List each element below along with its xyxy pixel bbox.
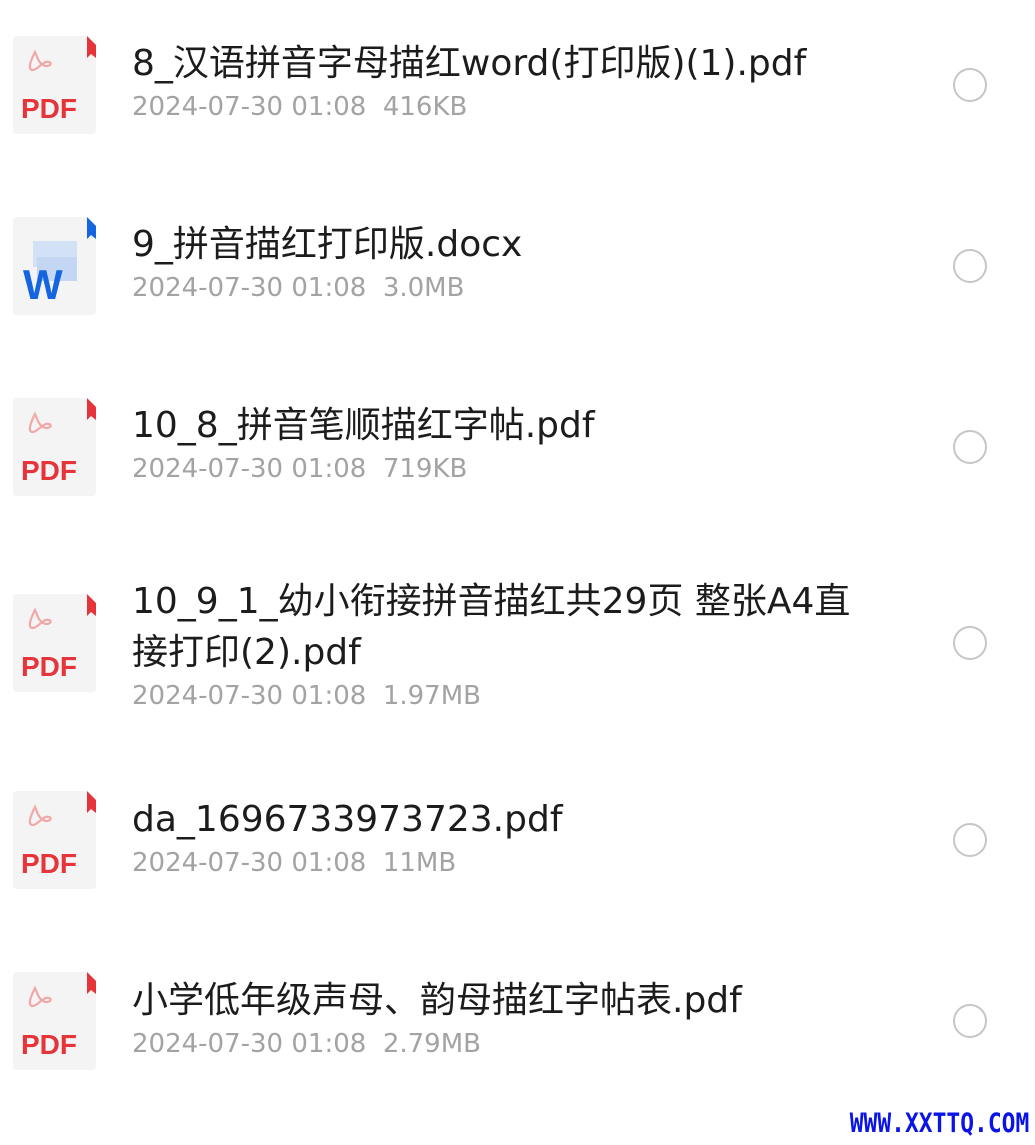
select-radio[interactable] <box>953 430 987 464</box>
pdf-file-icon: PDF <box>13 972 96 1070</box>
file-size: 2.79MB <box>382 1029 481 1059</box>
file-name: da_1696733973723.pdf <box>132 799 563 840</box>
file-size: 416KB <box>382 92 468 122</box>
file-name: 9_拼音描红打印版.docx <box>132 224 523 265</box>
pdf-file-icon: PDF <box>13 594 96 692</box>
file-name: 10_9_1_幼小衔接拼音描红共29页 整张A4直接打印(2).pdf <box>132 581 851 673</box>
file-size: 11MB <box>382 848 457 878</box>
file-meta: 2024-07-30 01:08 1.97MB <box>132 679 892 713</box>
select-radio[interactable] <box>953 249 987 283</box>
file-date: 2024-07-30 01:08 <box>132 848 367 878</box>
word-icon-label: W <box>23 261 63 308</box>
select-radio[interactable] <box>953 1004 987 1038</box>
file-meta: 2024-07-30 01:08 2.79MB <box>132 1027 892 1061</box>
file-meta: 2024-07-30 01:08 3.0MB <box>132 271 892 305</box>
file-meta: 2024-07-30 01:08 719KB <box>132 452 892 486</box>
select-radio[interactable] <box>953 823 987 857</box>
file-date: 2024-07-30 01:08 <box>132 92 367 122</box>
pdf-file-icon: PDF <box>13 36 96 134</box>
select-radio[interactable] <box>953 68 987 102</box>
pdf-icon-label: PDF <box>21 848 77 879</box>
watermark: WWW.XXTTQ.COM <box>849 1108 1029 1139</box>
pdf-file-icon: PDF <box>13 791 96 889</box>
pdf-icon-label: PDF <box>21 1029 77 1060</box>
pdf-file-icon: PDF <box>13 398 96 496</box>
file-name: 8_汉语拼音字母描红word(打印版)(1).pdf <box>132 43 807 84</box>
word-file-icon: W <box>13 217 96 315</box>
file-date: 2024-07-30 01:08 <box>132 273 367 303</box>
file-size: 719KB <box>382 454 468 484</box>
file-date: 2024-07-30 01:08 <box>132 681 367 711</box>
pdf-icon-label: PDF <box>21 651 77 682</box>
pdf-icon-label: PDF <box>21 93 77 124</box>
file-meta: 2024-07-30 01:08 416KB <box>132 90 892 124</box>
select-radio[interactable] <box>953 626 987 660</box>
file-meta: 2024-07-30 01:08 11MB <box>132 846 892 880</box>
file-list: PDF 8_汉语拼音字母描红word(打印版)(1).pdf 2024-07-3… <box>0 0 1035 1100</box>
file-size: 1.97MB <box>382 681 481 711</box>
pdf-icon-label: PDF <box>21 455 77 486</box>
file-size: 3.0MB <box>382 273 465 303</box>
file-date: 2024-07-30 01:08 <box>132 454 367 484</box>
file-name: 小学低年级声母、韵母描红字帖表.pdf <box>132 980 742 1021</box>
file-name: 10_8_拼音笔顺描红字帖.pdf <box>132 405 595 446</box>
file-date: 2024-07-30 01:08 <box>132 1029 367 1059</box>
